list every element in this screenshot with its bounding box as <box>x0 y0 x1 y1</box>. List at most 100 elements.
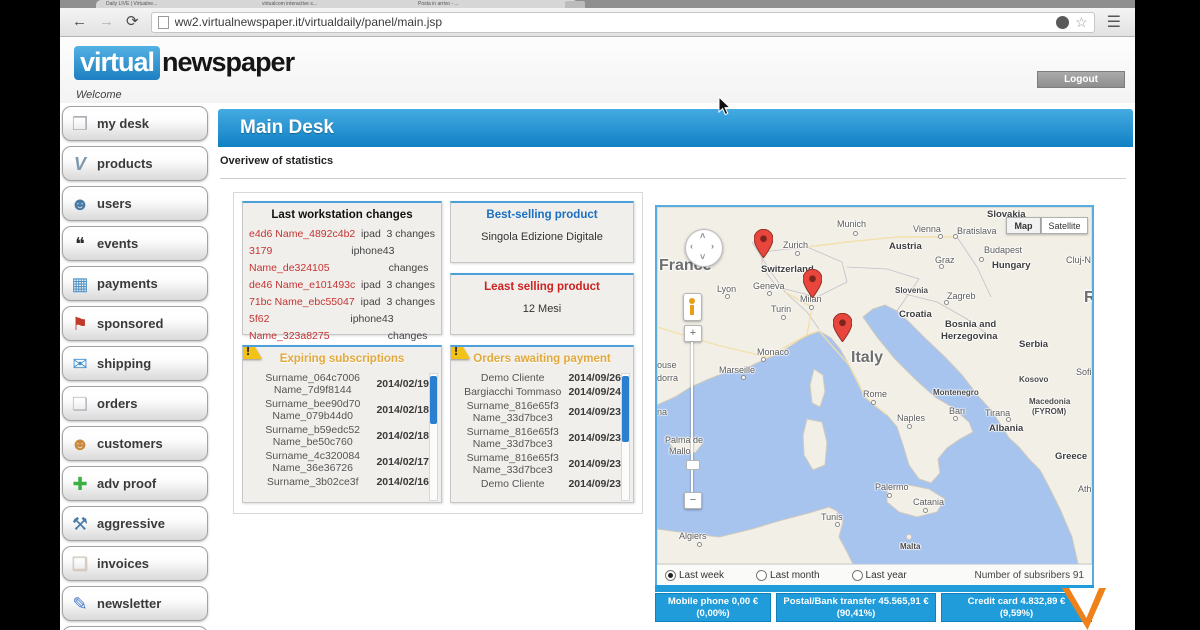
url-text[interactable]: ww2.virtualnewspaper.it/virtualdaily/pan… <box>175 15 1057 29</box>
map-type-satellite-button[interactable]: Satellite <box>1041 217 1088 234</box>
zoom-out-button[interactable]: − <box>684 492 702 509</box>
virtualcom-logo <box>1062 588 1106 630</box>
map-label: Zurich <box>783 240 808 250</box>
browser-tab-2[interactable]: virtualcom interactive s... <box>252 0 422 8</box>
expiring-subscriptions-box: ! Expiring subscriptions Surname_064c700… <box>242 345 442 503</box>
changes-count: 3 changes <box>387 277 435 294</box>
map-marker-pin[interactable] <box>754 229 773 258</box>
map-pan-control[interactable]: ˄ ˅ ‹ › <box>685 229 723 267</box>
browser-tab-3[interactable]: Posta in arrivo - ... <box>408 0 578 8</box>
logout-button[interactable]: Logout <box>1037 71 1125 88</box>
device-id-link[interactable]: 71bc Name_ebc55047 <box>249 294 355 311</box>
table-row[interactable]: e4d6 Name_4892c4b2ipad3 changes <box>243 226 441 243</box>
address-bar[interactable]: ww2.virtualnewspaper.it/virtualdaily/pan… <box>151 12 1095 33</box>
overview-subtitle: Overivew of statistics <box>220 155 333 167</box>
sidebar-item-label: aggressive <box>97 516 165 531</box>
device-id-link[interactable]: 5f62 Name_323a8275 <box>249 311 350 345</box>
subscribers-map[interactable]: FranceItalyRMunichViennaBratislavaSlovak… <box>655 205 1094 586</box>
pen-icon: ✎ <box>63 595 97 613</box>
green-plus-icon: ✚ <box>63 475 97 493</box>
sidebar-item-newsletter[interactable]: ✎newsletter <box>62 586 208 621</box>
map-city-dot <box>725 294 730 299</box>
map-label: Greece <box>1055 451 1087 462</box>
map-marker-pin[interactable] <box>833 313 852 342</box>
sidebar-item-label: my desk <box>97 116 149 131</box>
orders-awaiting-box: ! Orders awaiting payment Demo Cliente20… <box>450 345 634 503</box>
sidebar-item-label: products <box>97 156 153 171</box>
radio-last-week[interactable] <box>665 570 676 581</box>
box-title: Last workstation changes <box>247 209 437 221</box>
device-id-link[interactable]: 3179 Name_de324105 <box>249 243 351 277</box>
table-row[interactable]: 3179 Name_de324105iphone43 changes <box>243 243 441 277</box>
sidebar-item-customers[interactable]: ☻customers <box>62 426 208 461</box>
device-id-link[interactable]: de46 Name_e101493c <box>249 277 355 294</box>
sidebar-item-aggressive[interactable]: ⚒aggressive <box>62 506 208 541</box>
map-canvas[interactable]: FranceItalyRMunichViennaBratislavaSlovak… <box>657 207 1092 564</box>
map-city-dot <box>697 542 702 547</box>
sidebar-item-products[interactable]: Vproducts <box>62 146 208 181</box>
bookmark-star-icon[interactable]: ☆ <box>1075 15 1088 29</box>
subscriber-count: Number of subsribers 91 <box>975 570 1085 581</box>
filter-label[interactable]: Last month <box>770 570 819 581</box>
list-item[interactable]: Surname_816e65f3Name_33d7bce32014/09/23 <box>459 400 621 424</box>
best-selling-value: Singola Edizione Digitale <box>451 231 633 243</box>
sidebar-item-sponsored[interactable]: ⚑sponsored <box>62 306 208 341</box>
device-id-link[interactable]: e4d6 Name_4892c4b2 <box>249 226 355 243</box>
radio-last-year[interactable] <box>852 570 863 581</box>
list-item[interactable]: Surname_816e65f3Name_33d7bce32014/09/23 <box>459 426 621 450</box>
radio-last-month[interactable] <box>756 570 767 581</box>
browser-tab-1[interactable]: Daily LIVE | Virtualne... <box>96 0 264 8</box>
chrome-menu-icon[interactable]: ☰ <box>1107 12 1121 32</box>
scrollbar[interactable] <box>621 373 630 501</box>
sidebar-item-payments[interactable]: ▦payments <box>62 266 208 301</box>
map-city-dot <box>835 522 840 527</box>
table-row[interactable]: de46 Name_e101493cipad3 changes <box>243 277 441 294</box>
list-item[interactable]: Surname_816e65f3Name_33d7bce32014/09/23 <box>459 452 621 476</box>
extension-badge-icon[interactable] <box>1056 16 1069 29</box>
map-type-map-button[interactable]: Map <box>1006 217 1041 234</box>
map-label: R <box>1084 289 1092 307</box>
sidebar-item-orders[interactable]: ❏orders <box>62 386 208 421</box>
back-icon[interactable]: ← <box>72 12 87 32</box>
sidebar-item-events[interactable]: ❝events <box>62 226 208 261</box>
list-item[interactable]: Surname_bee90d70Name_079b44d02014/02/18 <box>251 398 429 422</box>
table-row[interactable]: 71bc Name_ebc55047ipad3 changes <box>243 294 441 311</box>
map-label: Cluj-N <box>1066 255 1091 265</box>
list-item[interactable]: Demo Cliente2014/09/26 <box>459 372 621 384</box>
list-item[interactable]: Demo Cliente2014/09/23 <box>459 478 621 490</box>
sidebar-item-adv-proof[interactable]: ✚adv proof <box>62 466 208 501</box>
pegman-icon[interactable] <box>683 293 702 321</box>
list-item[interactable]: Surname_3b02ce3f2014/02/16 <box>251 476 429 488</box>
tools-icon: ⚒ <box>63 515 97 533</box>
scrollbar[interactable] <box>429 373 438 501</box>
sidebar-item-shipping[interactable]: ✉shipping <box>62 346 208 381</box>
map-label: Mallo <box>669 446 691 456</box>
map-marker-pin[interactable] <box>803 269 822 298</box>
reload-icon[interactable]: ⟳ <box>126 12 139 32</box>
forward-icon[interactable]: → <box>99 12 114 32</box>
list-item[interactable]: Bargiacchi Tommaso2014/09/24 <box>459 386 621 398</box>
map-label: Budapest <box>984 245 1022 255</box>
least-selling-value: 12 Mesi <box>451 303 633 315</box>
least-selling-box: Least selling product 12 Mesi <box>450 273 634 335</box>
sidebar-item-my-desk[interactable]: ❒my desk <box>62 106 208 141</box>
sidebar-item-multimedia[interactable]: ✇multimedia <box>62 626 208 630</box>
page-title: Main Desk <box>240 109 1133 147</box>
map-label: Rome <box>863 389 887 399</box>
zoom-in-button[interactable]: + <box>684 325 702 342</box>
table-row[interactable]: 5f62 Name_323a8275iphone43 changes <box>243 311 441 345</box>
filter-label[interactable]: Last week <box>679 570 724 581</box>
map-label: ouse <box>657 360 677 370</box>
map-city-dot <box>938 234 943 239</box>
sidebar-item-users[interactable]: ☻users <box>62 186 208 221</box>
list-item[interactable]: Surname_064c7006Name_7d9f81442014/02/19 <box>251 372 429 396</box>
list-item[interactable]: Surname_4c320084Name_36e367262014/02/17 <box>251 450 429 474</box>
map-label: Vienna <box>913 224 941 234</box>
map-label: Bari <box>949 406 965 416</box>
new-tab-button[interactable] <box>565 1 585 8</box>
zoom-slider-handle[interactable] <box>686 460 700 470</box>
map-city-dot <box>953 416 958 421</box>
filter-label[interactable]: Last year <box>866 570 907 581</box>
list-item[interactable]: Surname_b59edc52Name_be50c7602014/02/18 <box>251 424 429 448</box>
sidebar-item-invoices[interactable]: ❑invoices <box>62 546 208 581</box>
